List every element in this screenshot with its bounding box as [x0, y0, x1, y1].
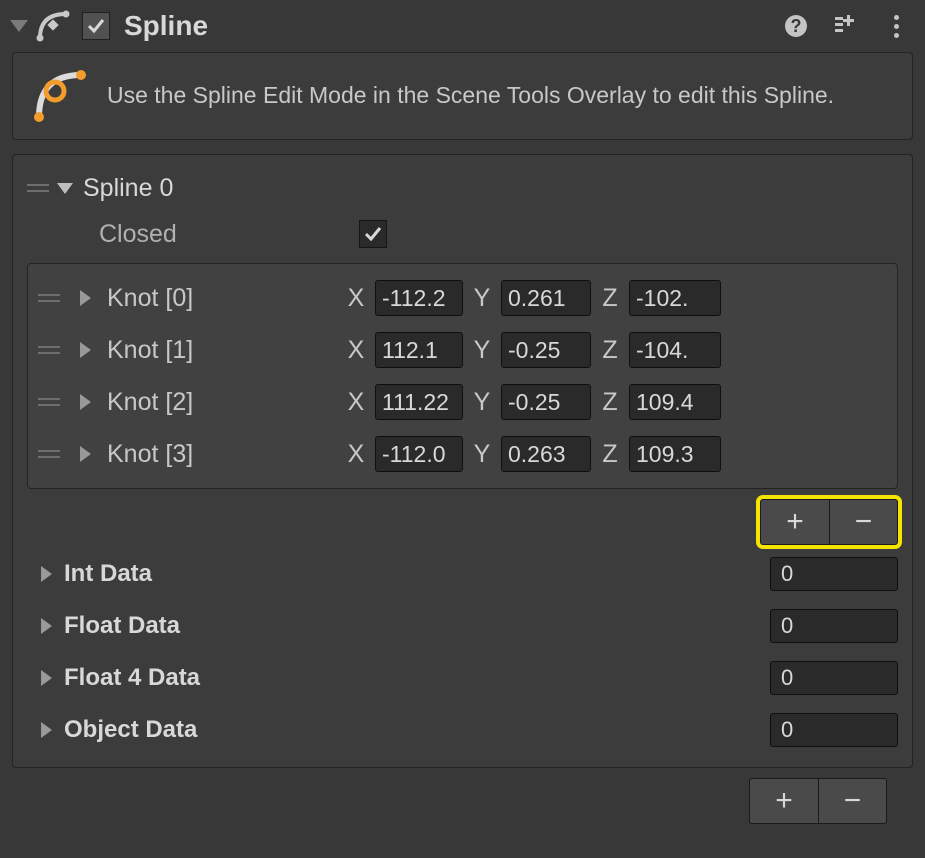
closed-row: Closed — [27, 211, 898, 257]
help-icon: ? — [783, 13, 809, 39]
knot-x-field[interactable]: 112.1 — [375, 332, 463, 368]
knot-y-field[interactable]: 0.261 — [501, 280, 591, 316]
component-menu-button[interactable] — [881, 11, 911, 41]
knot-label: Knot [3] — [107, 440, 337, 469]
add-spline-button[interactable]: + — [750, 779, 818, 823]
check-icon — [86, 16, 106, 36]
spline-section-header[interactable]: Spline 0 — [27, 165, 898, 211]
knot-row: Knot [1] X 112.1 Y -0.25 Z -104. — [38, 324, 887, 376]
closed-label: Closed — [99, 220, 359, 249]
foldout-toggle-object-data[interactable] — [41, 722, 52, 738]
knot-z-field[interactable]: -104. — [629, 332, 721, 368]
knot-z-field[interactable]: 109.4 — [629, 384, 721, 420]
axis-label-x[interactable]: X — [343, 388, 369, 417]
remove-spline-button[interactable]: − — [818, 779, 886, 823]
int-data-label: Int Data — [64, 560, 770, 588]
axis-label-y[interactable]: Y — [469, 284, 495, 313]
float4-data-label: Float 4 Data — [64, 664, 770, 692]
spline-list-plus-minus-box: + − — [749, 778, 887, 824]
foldout-toggle-knot[interactable] — [80, 342, 91, 358]
float4-data-count[interactable]: 0 — [770, 661, 898, 695]
int-data-count[interactable]: 0 — [770, 557, 898, 591]
component-header: Spline ? — [0, 0, 925, 52]
object-data-row[interactable]: Object Data 0 — [27, 707, 898, 753]
drag-handle-icon[interactable] — [38, 398, 74, 406]
svg-text:?: ? — [791, 16, 802, 36]
int-data-row[interactable]: Int Data 0 — [27, 551, 898, 597]
foldout-toggle-knot[interactable] — [80, 394, 91, 410]
check-icon — [363, 224, 383, 244]
foldout-toggle-float4-data[interactable] — [41, 670, 52, 686]
component-header-icons: ? — [781, 11, 911, 41]
axis-label-z[interactable]: Z — [597, 284, 623, 313]
spline-list-box: Spline 0 Closed Knot [0] X -112.2 Y 0.26… — [12, 154, 913, 768]
foldout-toggle-knot[interactable] — [80, 290, 91, 306]
component-title: Spline — [124, 10, 781, 42]
float4-data-row[interactable]: Float 4 Data 0 — [27, 655, 898, 701]
presets-button[interactable] — [831, 11, 861, 41]
knot-y-field[interactable]: -0.25 — [501, 332, 591, 368]
spline-list-plus-minus-area: + − — [12, 768, 913, 824]
knot-y-field[interactable]: 0.263 — [501, 436, 591, 472]
closed-checkbox[interactable] — [359, 220, 387, 248]
component-enable-checkbox[interactable] — [82, 12, 110, 40]
axis-label-y[interactable]: Y — [469, 336, 495, 365]
knot-x-field[interactable]: 111.22 — [375, 384, 463, 420]
float-data-row[interactable]: Float Data 0 — [27, 603, 898, 649]
add-knot-button[interactable]: + — [761, 500, 829, 544]
info-box: Use the Spline Edit Mode in the Scene To… — [12, 52, 913, 140]
knot-z-field[interactable]: -102. — [629, 280, 721, 316]
drag-handle-icon[interactable] — [38, 294, 74, 302]
presets-icon — [833, 13, 859, 39]
knot-y-field[interactable]: -0.25 — [501, 384, 591, 420]
knot-label: Knot [1] — [107, 336, 337, 365]
kebab-menu-icon — [894, 15, 899, 38]
spline-name: Spline 0 — [83, 174, 173, 203]
float-data-label: Float Data — [64, 612, 770, 640]
object-data-label: Object Data — [64, 716, 770, 744]
foldout-toggle-float-data[interactable] — [41, 618, 52, 634]
axis-label-z[interactable]: Z — [597, 336, 623, 365]
knot-row: Knot [2] X 111.22 Y -0.25 Z 109.4 — [38, 376, 887, 428]
axis-label-x[interactable]: X — [343, 440, 369, 469]
help-button[interactable]: ? — [781, 11, 811, 41]
object-data-count[interactable]: 0 — [770, 713, 898, 747]
knot-label: Knot [0] — [107, 284, 337, 313]
drag-handle-icon[interactable] — [27, 184, 57, 192]
spline-edit-info-icon — [31, 67, 89, 125]
drag-handle-icon[interactable] — [38, 450, 74, 458]
knot-row: Knot [0] X -112.2 Y 0.261 Z -102. — [38, 272, 887, 324]
spline-component-icon — [36, 8, 72, 44]
knot-z-field[interactable]: 109.3 — [629, 436, 721, 472]
foldout-toggle-spline[interactable] — [57, 183, 73, 194]
remove-knot-button[interactable]: − — [829, 500, 897, 544]
knots-plus-minus-area: + − — [27, 499, 898, 545]
foldout-toggle-knot[interactable] — [80, 446, 91, 462]
axis-label-x[interactable]: X — [343, 284, 369, 313]
axis-label-y[interactable]: Y — [469, 440, 495, 469]
float-data-count[interactable]: 0 — [770, 609, 898, 643]
drag-handle-icon[interactable] — [38, 346, 74, 354]
knot-x-field[interactable]: -112.0 — [375, 436, 463, 472]
axis-label-y[interactable]: Y — [469, 388, 495, 417]
info-text: Use the Spline Edit Mode in the Scene To… — [107, 80, 834, 111]
knot-label: Knot [2] — [107, 388, 337, 417]
knot-x-field[interactable]: -112.2 — [375, 280, 463, 316]
axis-label-z[interactable]: Z — [597, 388, 623, 417]
axis-label-x[interactable]: X — [343, 336, 369, 365]
knot-row: Knot [3] X -112.0 Y 0.263 Z 109.3 — [38, 428, 887, 480]
component-foldout-toggle[interactable] — [10, 20, 28, 32]
foldout-toggle-int-data[interactable] — [41, 566, 52, 582]
axis-label-z[interactable]: Z — [597, 440, 623, 469]
knots-box: Knot [0] X -112.2 Y 0.261 Z -102. Knot [… — [27, 263, 898, 489]
knots-plus-minus-box: + − — [760, 499, 898, 545]
